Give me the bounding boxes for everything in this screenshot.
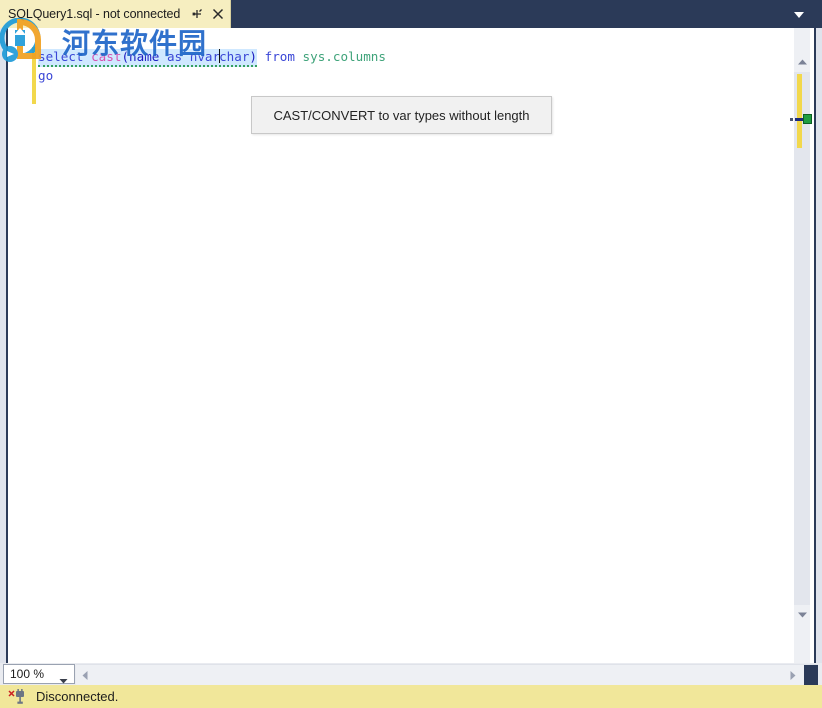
selected-expression: select cast(name as nvarchar) bbox=[38, 49, 258, 67]
scroll-right-arrow-icon[interactable] bbox=[786, 668, 800, 682]
code-token: as bbox=[166, 49, 183, 64]
code-token: cast bbox=[91, 49, 122, 64]
scroll-up-arrow-icon[interactable] bbox=[794, 54, 810, 70]
connection-status-text: Disconnected. bbox=[36, 689, 119, 704]
code-token: go bbox=[38, 68, 54, 83]
vertical-scrollbar[interactable] bbox=[790, 28, 812, 663]
unsaved-change-bar bbox=[32, 47, 36, 104]
chevron-down-icon[interactable] bbox=[792, 8, 806, 20]
zoom-level-dropdown[interactable]: 100 % bbox=[3, 664, 75, 684]
editor-frame: select cast(name as nvarchar) from sys.c… bbox=[6, 28, 816, 663]
code-token: sys.columns bbox=[302, 49, 386, 64]
code-line[interactable]: go bbox=[38, 66, 792, 85]
editor-outer-panel: select cast(name as nvarchar) from sys.c… bbox=[0, 28, 822, 663]
code-token: ) bbox=[249, 49, 258, 64]
tab-title: SQLQuery1.sql - not connected bbox=[8, 7, 181, 21]
code-token: name bbox=[129, 49, 160, 64]
code-token: ( bbox=[121, 49, 130, 64]
code-token: from bbox=[264, 49, 295, 64]
code-line[interactable]: select cast(name as nvarchar) from sys.c… bbox=[38, 47, 792, 67]
editor-bottom-bar: 100 % bbox=[0, 663, 822, 685]
tooltip-text: CAST/CONVERT to var types without length bbox=[273, 107, 530, 123]
disconnected-plug-icon bbox=[8, 688, 28, 705]
horizontal-scrollbar[interactable] bbox=[76, 664, 818, 685]
tab-sqlquery1[interactable]: SQLQuery1.sql - not connected bbox=[0, 0, 231, 28]
tab-bar: SQLQuery1.sql - not connected bbox=[0, 0, 822, 28]
editor-gutter bbox=[10, 28, 36, 663]
scrollbar-caret-marker bbox=[790, 118, 793, 121]
status-bar: Disconnected. bbox=[0, 685, 822, 708]
ssms-query-editor-window: SQLQuery1.sql - not connected select cas… bbox=[0, 0, 822, 708]
scrollbar-change-marker bbox=[797, 74, 802, 148]
zoom-level-value: 100 % bbox=[10, 667, 45, 681]
scrollbar-error-marker[interactable] bbox=[803, 114, 812, 124]
scrollbar-corner bbox=[804, 665, 818, 685]
vertical-scrollbar-track[interactable] bbox=[794, 72, 810, 605]
scroll-left-arrow-icon[interactable] bbox=[78, 668, 92, 682]
intellisense-tooltip: CAST/CONVERT to var types without length bbox=[251, 96, 552, 134]
close-icon[interactable] bbox=[211, 7, 225, 21]
code-token: select bbox=[38, 49, 84, 64]
pin-icon[interactable] bbox=[190, 7, 204, 21]
scroll-down-arrow-icon[interactable] bbox=[794, 607, 810, 623]
